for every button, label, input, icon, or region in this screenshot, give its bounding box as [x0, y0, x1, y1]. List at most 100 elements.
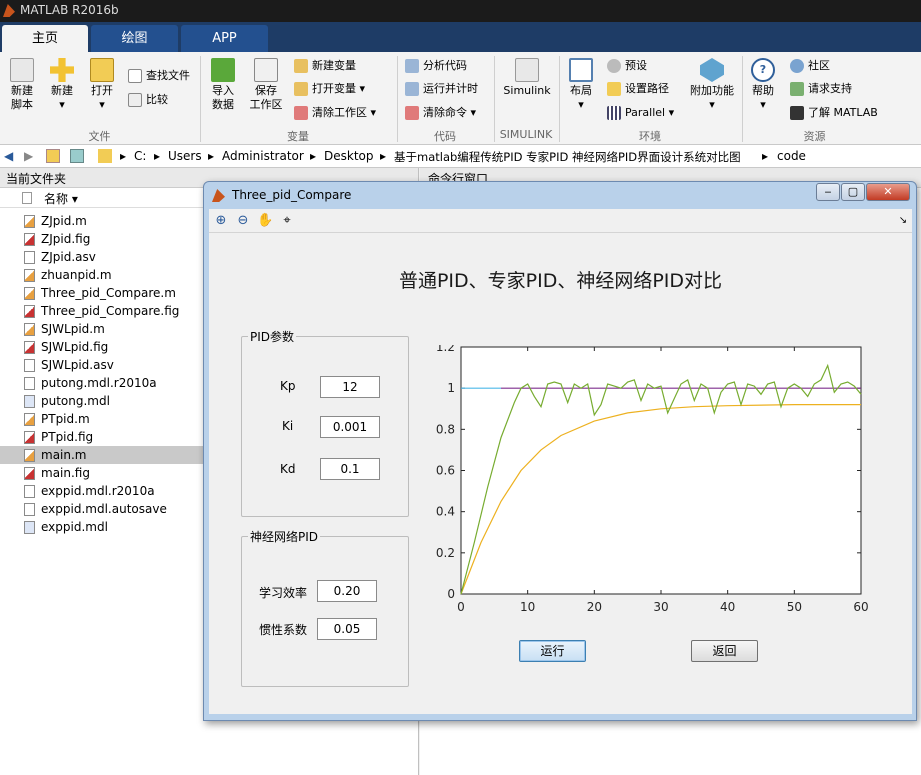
learning-rate-input[interactable]: 0.20 [317, 580, 377, 602]
open-button[interactable]: 打开 ▾ [84, 58, 120, 112]
minimize-button[interactable]: ‒ [816, 183, 840, 201]
data-cursor-icon[interactable]: ⌖ [279, 213, 295, 229]
pid-params-group: PID参数 Kp 12 Ki 0.001 Kd 0.1 [241, 328, 409, 517]
y-tick-label: 0.8 [436, 422, 455, 436]
new-script-button[interactable]: 新建 脚本 [4, 58, 40, 112]
nn-pid-group: 神经网络PID 学习效率 0.20 惯性系数 0.05 [241, 528, 409, 687]
run-time-icon [405, 82, 419, 96]
close-button[interactable]: ✕ [866, 183, 910, 201]
compare-icon [128, 93, 142, 107]
breadcrumb-code[interactable]: code [777, 149, 806, 163]
breadcrumb-desktop[interactable]: Desktop [324, 149, 374, 163]
m-file-icon [24, 269, 35, 282]
simulink-button[interactable]: Simulink [500, 58, 554, 98]
import-label2: 数据 [212, 98, 234, 111]
new-script-label2: 脚本 [11, 98, 33, 111]
forward-arrow-icon[interactable]: ▶ [24, 149, 33, 163]
community-button[interactable]: 社区 [790, 56, 830, 76]
tab-home[interactable]: 主页 [2, 25, 88, 52]
tab-apps[interactable]: APP [181, 25, 268, 52]
help-button[interactable]: ? 帮助 ▾ [747, 58, 779, 112]
addons-button[interactable]: 附加功能 ▾ [688, 58, 736, 112]
clear-workspace-button[interactable]: 清除工作区 ▾ [294, 103, 376, 123]
run-time-button[interactable]: 运行并计时 [405, 79, 478, 99]
dock-arrow-icon[interactable]: ↘ [895, 213, 911, 229]
compare-label: 比较 [146, 93, 168, 106]
breadcrumb-users[interactable]: Users [168, 149, 202, 163]
addons-icon [700, 58, 724, 82]
new-variable-button[interactable]: 新建变量 [294, 56, 356, 76]
save-workspace-button[interactable]: 保存 工作区 [245, 58, 287, 112]
zoom-out-icon[interactable]: ⊖ [235, 213, 251, 229]
file-name: Three_pid_Compare.m [41, 286, 176, 300]
breadcrumb-administrator[interactable]: Administrator [222, 149, 304, 163]
asv-file-icon [24, 377, 35, 390]
folder-icon [98, 149, 112, 163]
figure-heading: 普通PID、专家PID、神经网络PID对比 [398, 270, 723, 292]
set-path-icon [607, 82, 621, 96]
kp-label: Kp [280, 379, 296, 393]
request-support-button[interactable]: 请求支持 [790, 79, 852, 99]
file-name: putong.mdl [41, 394, 110, 408]
run-button[interactable]: 运行 [519, 640, 586, 662]
kd-input[interactable]: 0.1 [320, 458, 380, 480]
ribbon: 新建 脚本 新建 ▾ 打开 ▾ 查找文件 比较 文件 导入 数据 保存 工作区 … [0, 52, 921, 145]
new-script-icon [10, 58, 34, 82]
figure-body: 普通PID、专家PID、神经网络PID对比 PID参数 Kp 12 Ki 0.0… [209, 233, 912, 714]
open-variable-button[interactable]: 打开变量 ▾ [294, 79, 365, 99]
pan-hand-icon[interactable]: ✋ [257, 213, 273, 229]
request-support-icon [790, 82, 804, 96]
up-folder-icon[interactable] [46, 149, 60, 163]
fig-file-icon [24, 341, 35, 354]
maximize-button[interactable]: ▢ [841, 183, 865, 201]
parallel-icon [607, 106, 621, 120]
breadcrumb-c[interactable]: C: [134, 149, 146, 163]
set-path-button[interactable]: 设置路径 [607, 79, 669, 99]
zoom-in-icon[interactable]: ⊕ [213, 213, 229, 229]
ki-input[interactable]: 0.001 [320, 416, 380, 438]
simulink-label: Simulink [503, 84, 551, 97]
asv-file-icon [24, 251, 35, 264]
new-button[interactable]: 新建 ▾ [44, 58, 80, 112]
layout-button[interactable]: 布局 ▾ [564, 58, 598, 112]
figure-titlebar: Three_pid_Compare ‒ ▢ ✕ [204, 182, 916, 208]
learning-rate-label: 学习效率 [259, 586, 308, 600]
analyze-code-button[interactable]: 分析代码 [405, 56, 467, 76]
file-name: main.fig [41, 466, 90, 480]
new-variable-icon [294, 59, 308, 73]
back-button[interactable]: 返回 [691, 640, 758, 662]
file-name: ZJpid.m [41, 214, 87, 228]
kp-input[interactable]: 12 [320, 376, 380, 398]
new-script-label: 新建 [11, 84, 33, 97]
m-file-icon [24, 287, 35, 300]
browse-folder-icon[interactable] [70, 149, 84, 163]
breadcrumb-project[interactable]: 基于matlab编程传统PID 专家PID 神经网络PID界面设计系统对比图 [394, 149, 741, 165]
preferences-label: 预设 [625, 59, 647, 72]
app-title: MATLAB R2016b [20, 3, 119, 17]
parallel-button[interactable]: Parallel ▾ [607, 103, 674, 123]
clear-commands-label: 清除命令 ▾ [423, 106, 477, 119]
new-icon [50, 58, 74, 82]
find-files-button[interactable]: 查找文件 [128, 66, 190, 86]
layout-dropdown-label: ▾ [578, 98, 584, 111]
back-arrow-icon[interactable]: ◀ [4, 149, 13, 163]
fig-file-icon [24, 305, 35, 318]
tab-plots[interactable]: 绘图 [91, 25, 178, 52]
clear-commands-button[interactable]: 清除命令 ▾ [405, 103, 476, 123]
addons-label: 附加功能 [690, 84, 734, 97]
figure-window-title: Three_pid_Compare [232, 188, 352, 202]
asv-file-icon [24, 503, 35, 516]
figure-toolbar: ⊕ ⊖ ✋ ⌖ ↘ [209, 209, 912, 233]
momentum-input[interactable]: 0.05 [317, 618, 377, 640]
compare-button[interactable]: 比较 [128, 90, 168, 110]
ki-label: Ki [282, 419, 294, 433]
file-name: exppid.mdl [41, 520, 108, 534]
y-tick-label: 1 [447, 381, 455, 395]
file-type-icon [22, 192, 32, 204]
import-data-button[interactable]: 导入 数据 [205, 58, 241, 112]
comparison-chart: 0 10 20 30 40 50 60 0 0.2 0.4 0.6 0.8 1 1.2 [436, 345, 869, 614]
fig-file-icon [24, 467, 35, 480]
preferences-button[interactable]: 预设 [607, 56, 647, 76]
clear-workspace-label: 清除工作区 ▾ [312, 106, 377, 119]
learn-matlab-button[interactable]: 了解 MATLAB [790, 103, 878, 123]
